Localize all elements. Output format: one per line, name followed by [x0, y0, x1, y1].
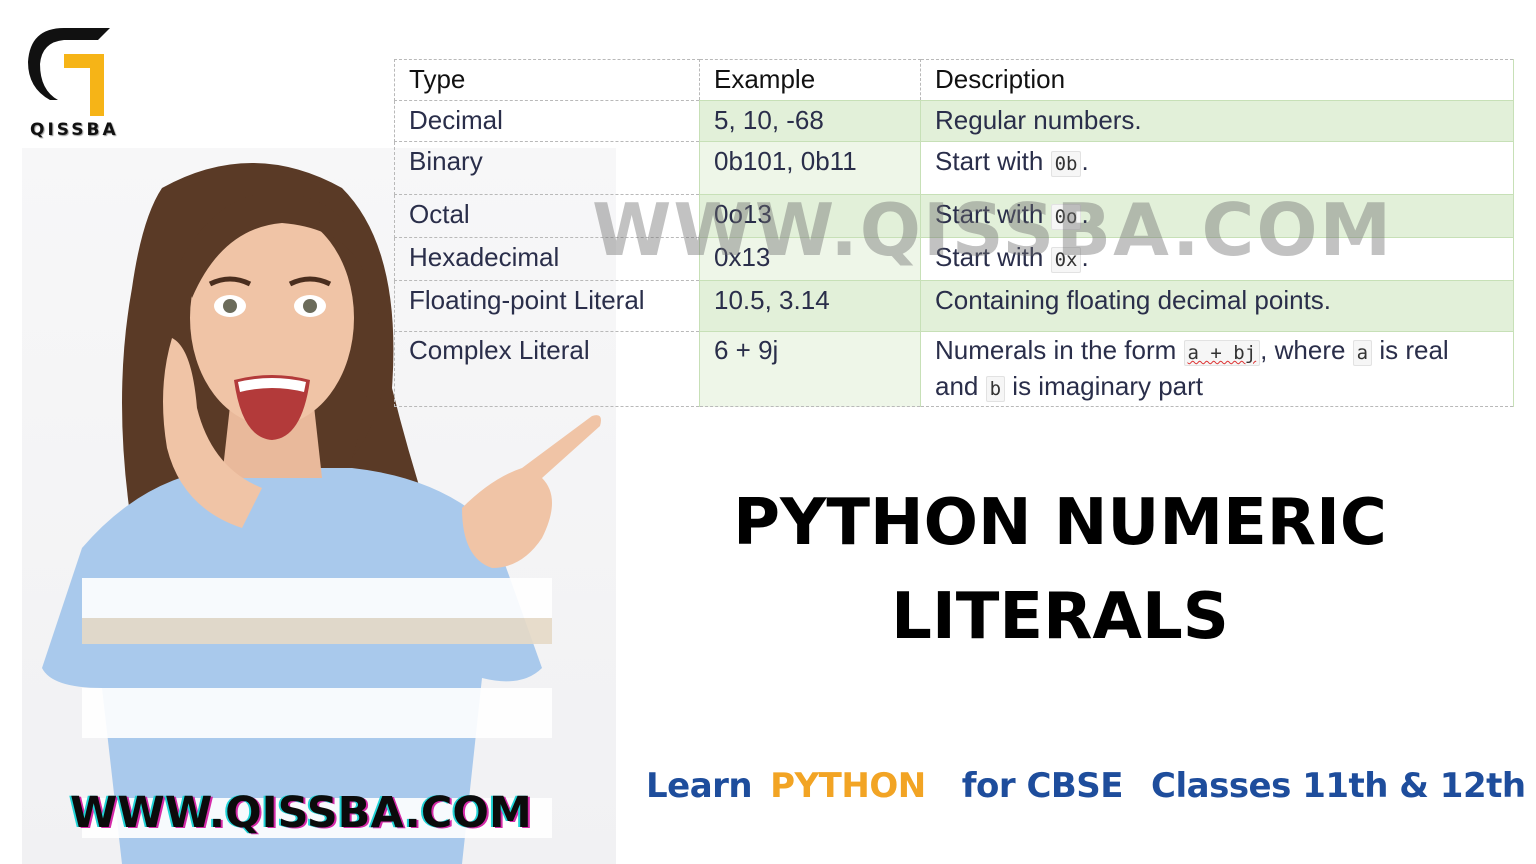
- tagline-cbse: for CBSE: [961, 766, 1124, 806]
- table-row: Octal 0o13 Start with 0o.: [394, 194, 1514, 238]
- brand-name: QISSBA: [30, 120, 119, 140]
- cell-example: 0b101, 0b11: [699, 141, 921, 195]
- table-row: Floating-point Literal 10.5, 3.14 Containi…: [394, 280, 1514, 332]
- cell-type: Binary: [394, 141, 700, 195]
- cell-example: 10.5, 3.14: [699, 280, 921, 332]
- tagline-python: PYTHON: [770, 766, 926, 806]
- header-type: Type: [394, 59, 700, 101]
- cell-example: 0x13: [699, 237, 921, 281]
- cell-type: Floating-point Literal: [394, 280, 700, 332]
- cell-type: Decimal: [394, 100, 700, 142]
- inline-code: a: [1352, 340, 1373, 366]
- brand-logo[interactable]: QISSBA: [24, 26, 124, 146]
- table-row: Complex Literal 6 + 9j Numerals in the for…: [394, 331, 1514, 407]
- inline-code: 0o: [1050, 204, 1082, 230]
- cell-example: 0o13: [699, 194, 921, 238]
- title-line-2: LITERALS: [891, 580, 1229, 654]
- q-letter-logo-icon: [28, 28, 110, 116]
- tagline-classes: Classes 11th & 12th: [1151, 766, 1526, 806]
- table-header-row: Type Example Description: [394, 59, 1514, 101]
- numeric-literals-table: Type Example Description Decimal 5, 10, -…: [394, 59, 1514, 407]
- cell-description: Start with 0x.: [920, 237, 1514, 281]
- cell-description: Regular numbers.: [920, 100, 1514, 142]
- inline-code: b: [985, 376, 1006, 402]
- cell-description: Start with 0b.: [920, 141, 1514, 195]
- title-line-1: PYTHON NUMERIC: [733, 486, 1387, 560]
- inline-code: a + bj: [1183, 340, 1261, 366]
- cell-type: Hexadecimal: [394, 237, 700, 281]
- tagline-learn: Learn: [646, 766, 753, 806]
- website-url-banner[interactable]: WWW.QISSBA.COM: [70, 788, 532, 838]
- cell-example: 5, 10, -68: [699, 100, 921, 142]
- page-title: PYTHON NUMERIC LITERALS: [700, 476, 1420, 664]
- header-description: Description: [920, 59, 1514, 101]
- table-row: Binary 0b101, 0b11 Start with 0b.: [394, 141, 1514, 195]
- header-example: Example: [699, 59, 921, 101]
- table-row: Decimal 5, 10, -68 Regular numbers.: [394, 100, 1514, 142]
- inline-code: 0x: [1050, 247, 1082, 273]
- cell-type: Complex Literal: [394, 331, 700, 407]
- cell-description: Numerals in the form a + bj, where a is …: [920, 331, 1514, 407]
- table-row: Hexadecimal 0x13 Start with 0x.: [394, 237, 1514, 281]
- inline-code: 0b: [1050, 151, 1082, 177]
- tagline: Learn PYTHON for CBSE Classes 11th & 12th: [646, 766, 1526, 806]
- cell-example: 6 + 9j: [699, 331, 921, 407]
- cell-description: Start with 0o.: [920, 194, 1514, 238]
- cell-type: Octal: [394, 194, 700, 238]
- cell-description: Containing floating decimal points.: [920, 280, 1514, 332]
